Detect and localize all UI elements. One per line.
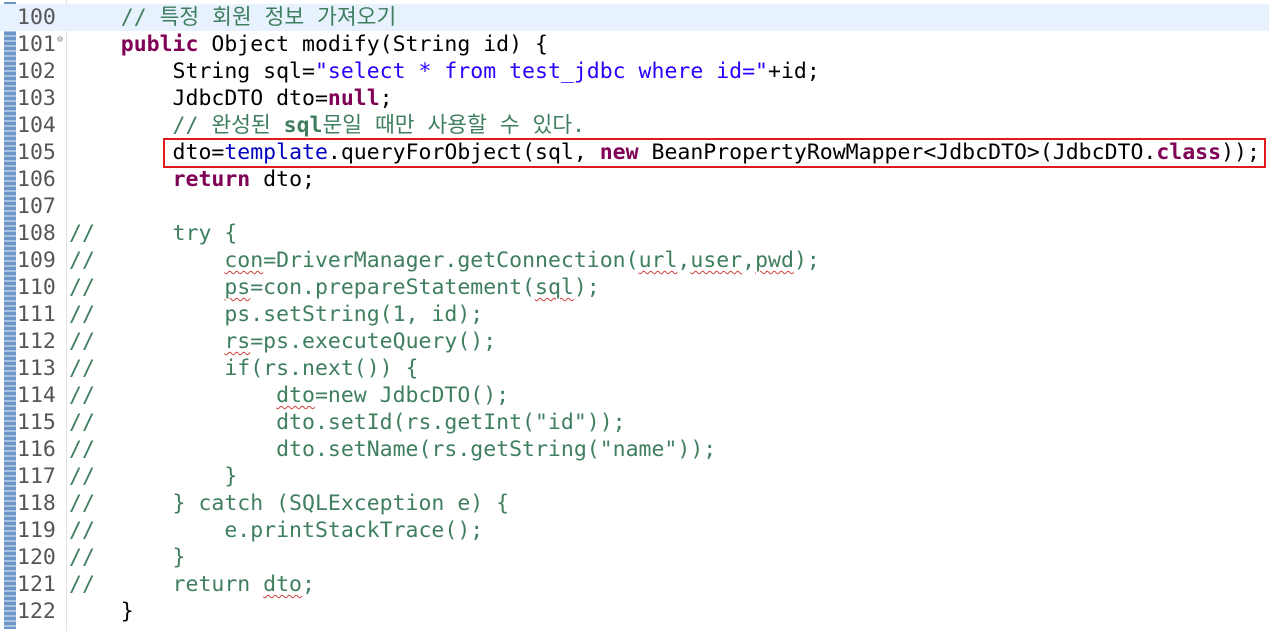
- code-line-100[interactable]: 100 // 특정 회원 정보 가져오기: [0, 4, 1269, 31]
- code-line-116[interactable]: 116 // dto.setName(rs.getString("name"))…: [0, 436, 1269, 463]
- line-number: 112: [17, 329, 56, 354]
- line-number: 113: [17, 356, 56, 381]
- code-line-112[interactable]: 112 // rs=ps.executeQuery();: [0, 328, 1269, 355]
- code-text: // }: [69, 464, 238, 489]
- code-line-114[interactable]: 114 // dto=new JdbcDTO();: [0, 382, 1269, 409]
- code-text: return dto;: [172, 167, 315, 192]
- line-number: 108: [17, 221, 56, 246]
- line-number: 121: [17, 572, 56, 597]
- code-line-110[interactable]: 110 // ps=con.prepareStatement(sql);: [0, 274, 1269, 301]
- code-line-101[interactable]: 101 ⊖ public Object modify(String id) {: [0, 31, 1269, 58]
- line-number: 119: [17, 518, 56, 543]
- code-line-109[interactable]: 109 // con=DriverManager.getConnection(u…: [0, 247, 1269, 274]
- code-line-102[interactable]: 102 String sql="select * from test_jdbc …: [0, 58, 1269, 85]
- code-text: // dto.setId(rs.getInt("id"));: [69, 410, 626, 435]
- code-line-119[interactable]: 119 // e.printStackTrace();: [0, 517, 1269, 544]
- code-text: // try {: [69, 221, 238, 246]
- line-number: 117: [17, 464, 56, 489]
- line-number: 118: [17, 491, 56, 516]
- line-number: 104: [17, 113, 56, 138]
- line-number: 116: [17, 437, 56, 462]
- line-number: 120: [17, 545, 56, 570]
- highlight-annotation-box: [163, 138, 1266, 168]
- code-line-108[interactable]: 108 // try {: [0, 220, 1269, 247]
- code-text: // ps.setString(1, id);: [69, 302, 484, 327]
- code-line-118[interactable]: 118 // } catch (SQLException e) {: [0, 490, 1269, 517]
- code-text: // e.printStackTrace();: [69, 518, 484, 543]
- code-text: // } catch (SQLException e) {: [69, 491, 510, 516]
- code-text: // return dto;: [69, 572, 315, 597]
- line-number: 111: [17, 302, 56, 327]
- code-text: // ps=con.prepareStatement(sql);: [69, 275, 600, 300]
- code-text: String sql="select * from test_jdbc wher…: [69, 59, 820, 84]
- code-text: // dto.setName(rs.getString("name"));: [69, 437, 717, 462]
- code-line-121[interactable]: 121 // return dto;: [0, 571, 1269, 598]
- code-editor[interactable]: 100 // 특정 회원 정보 가져오기 101 ⊖ public Object…: [0, 0, 1269, 631]
- code-line-122[interactable]: 122 }: [0, 598, 1269, 625]
- line-number: 101: [17, 32, 56, 57]
- line-number: 105: [17, 140, 56, 165]
- code-text: // if(rs.next()) {: [69, 356, 419, 381]
- line-number: 102: [17, 59, 56, 84]
- code-text: // con=DriverManager.getConnection(url,u…: [69, 248, 820, 273]
- line-number: 107: [17, 194, 56, 219]
- code-text: // dto=new JdbcDTO();: [69, 383, 510, 408]
- line-number: 110: [17, 275, 56, 300]
- line-number: 100: [17, 5, 56, 30]
- code-line-106[interactable]: 106 return dto;: [0, 166, 1269, 193]
- code-text: // 특정 회원 정보 가져오기: [69, 5, 397, 30]
- code-text: // rs=ps.executeQuery();: [69, 329, 497, 354]
- code-line-107[interactable]: 107: [0, 193, 1269, 220]
- fold-collapse-icon[interactable]: ⊖: [57, 34, 63, 46]
- line-number: 114: [17, 383, 56, 408]
- code-line-113[interactable]: 113 // if(rs.next()) {: [0, 355, 1269, 382]
- line-number: 122: [17, 599, 56, 624]
- code-line-117[interactable]: 117 // }: [0, 463, 1269, 490]
- line-number: 115: [17, 410, 56, 435]
- code-line-115[interactable]: 115 // dto.setId(rs.getInt("id"));: [0, 409, 1269, 436]
- code-line-104[interactable]: 104 // 완성된 sql문일 때만 사용할 수 있다.: [0, 112, 1269, 139]
- code-line-111[interactable]: 111 // ps.setString(1, id);: [0, 301, 1269, 328]
- code-text: }: [69, 599, 134, 624]
- code-text: // 완성된 sql문일 때만 사용할 수 있다.: [69, 113, 586, 138]
- code-line-103[interactable]: 103 JdbcDTO dto=null;: [0, 85, 1269, 112]
- code-line-120[interactable]: 120 // }: [0, 544, 1269, 571]
- line-number: 103: [17, 86, 56, 111]
- code-text: JdbcDTO dto=null;: [69, 86, 393, 111]
- line-number: 106: [17, 167, 56, 192]
- code-text: // }: [69, 545, 186, 570]
- line-number: 109: [17, 248, 56, 273]
- code-text: public Object modify(String id) {: [120, 32, 548, 57]
